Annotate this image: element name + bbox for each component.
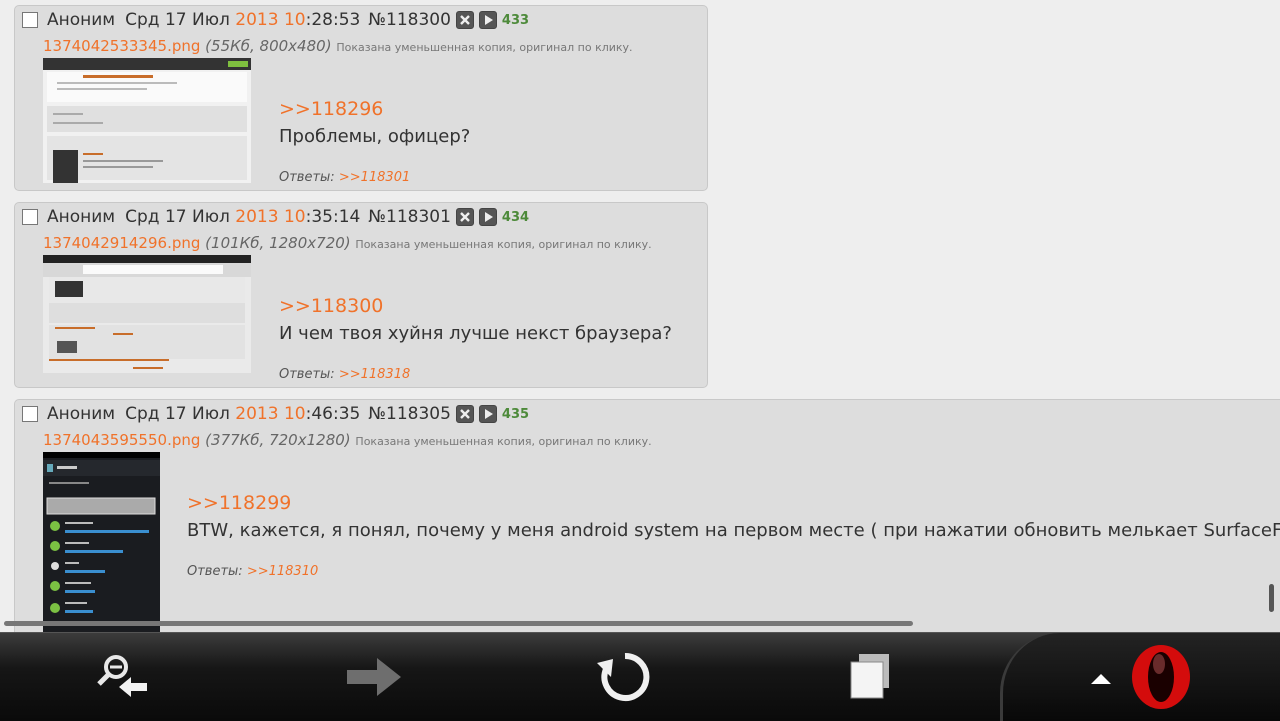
tabs-icon bbox=[850, 654, 889, 699]
reply-to-link[interactable]: >>118299 bbox=[187, 492, 291, 514]
post-hour: 10 bbox=[283, 404, 306, 424]
file-meta: (55Кб, 800x480) bbox=[205, 37, 332, 55]
zoom-back-icon bbox=[97, 655, 147, 697]
expand-post-button[interactable] bbox=[478, 11, 497, 29]
opera-menu-icon bbox=[1091, 645, 1190, 709]
post-year: 2013 bbox=[235, 404, 279, 424]
file-info: 1374043595550.png (377Кб, 720x1280) Пока… bbox=[43, 431, 652, 449]
post-date-prefix: Срд 17 Июл bbox=[125, 10, 230, 30]
file-meta: (101Кб, 1280x720) bbox=[205, 234, 351, 252]
post-select-checkbox[interactable] bbox=[22, 406, 38, 422]
post-header: Аноним Срд 17 Июл 2013 10:35:14 №118301 … bbox=[22, 206, 529, 228]
post-number[interactable]: №118301 bbox=[368, 207, 451, 227]
poster-name: Аноним bbox=[47, 207, 116, 227]
poster-name: Аноним bbox=[47, 404, 116, 424]
post-message: BTW, кажется, я понял, почему у меня and… bbox=[187, 520, 1280, 541]
post-date-prefix: Срд 17 Июл bbox=[125, 207, 230, 227]
reply-to-link[interactable]: >>118296 bbox=[279, 98, 383, 120]
horizontal-scrollbar[interactable] bbox=[4, 621, 913, 626]
post-select-checkbox[interactable] bbox=[22, 209, 38, 225]
forward-arrow-icon bbox=[347, 658, 401, 696]
file-meta-text: 101Кб, 1280x720 bbox=[211, 234, 345, 252]
post-counter: 434 bbox=[501, 209, 530, 225]
post-date: Срд 17 Июл 2013 10:46:35 bbox=[125, 404, 360, 424]
file-meta: (377Кб, 720x1280) bbox=[205, 431, 351, 449]
file-info: 1374042914296.png (101Кб, 1280x720) Пока… bbox=[43, 234, 652, 252]
file-meta-text: 55Кб, 800x480 bbox=[211, 37, 326, 55]
answer-link[interactable]: >>118310 bbox=[247, 564, 318, 579]
post-hour: 10 bbox=[283, 207, 306, 227]
post-message: Проблемы, офицер? bbox=[279, 126, 471, 147]
post-answers: Ответы: >>118318 bbox=[279, 367, 410, 382]
file-note: Показана уменьшенная копия, оригинал по … bbox=[336, 41, 633, 54]
answers-label: Ответы: bbox=[279, 367, 335, 382]
post-118300: Аноним Срд 17 Июл 2013 10:28:53 №118300 … bbox=[14, 5, 708, 191]
post-header: Аноним Срд 17 Июл 2013 10:46:35 №118305 … bbox=[22, 403, 529, 425]
post-date-prefix: Срд 17 Июл bbox=[125, 404, 230, 424]
play-icon bbox=[484, 15, 493, 25]
post-answers: Ответы: >>118310 bbox=[187, 564, 318, 579]
close-icon bbox=[460, 212, 470, 222]
post-date: Срд 17 Июл 2013 10:28:53 bbox=[125, 10, 360, 30]
reply-to-link[interactable]: >>118300 bbox=[279, 295, 383, 317]
play-icon bbox=[484, 212, 493, 222]
tabs-button[interactable] bbox=[825, 633, 915, 721]
file-name-link[interactable]: 1374042914296.png bbox=[43, 234, 200, 252]
browser-toolbar bbox=[0, 632, 1280, 721]
post-118305: Аноним Срд 17 Июл 2013 10:46:35 №118305 … bbox=[14, 399, 1280, 639]
post-time: :28:53 bbox=[305, 10, 361, 30]
post-thumbnail[interactable] bbox=[43, 58, 251, 183]
file-note: Показана уменьшенная копия, оригинал по … bbox=[355, 238, 652, 251]
post-thumbnail[interactable] bbox=[43, 255, 251, 373]
post-year: 2013 bbox=[235, 10, 279, 30]
file-info: 1374042533345.png (55Кб, 800x480) Показа… bbox=[43, 37, 633, 55]
answer-link[interactable]: >>118301 bbox=[339, 170, 410, 185]
expand-post-button[interactable] bbox=[478, 405, 497, 423]
post-select-checkbox[interactable] bbox=[22, 12, 38, 28]
file-name-link[interactable]: 1374043595550.png bbox=[43, 431, 200, 449]
post-header: Аноним Срд 17 Июл 2013 10:28:53 №118300 … bbox=[22, 9, 529, 31]
thumbnail-screenshot-image bbox=[43, 58, 251, 183]
post-time: :35:14 bbox=[305, 207, 361, 227]
post-message: И чем твоя хуйня лучше некст браузера? bbox=[279, 323, 672, 344]
vertical-scrollbar[interactable] bbox=[1269, 584, 1274, 612]
close-icon bbox=[460, 15, 470, 25]
post-counter: 435 bbox=[501, 406, 530, 422]
forward-button[interactable] bbox=[330, 633, 420, 721]
thumbnail-battery-screenshot-image bbox=[43, 452, 160, 613]
post-number[interactable]: №118300 bbox=[368, 10, 451, 30]
post-118301: Аноним Срд 17 Июл 2013 10:35:14 №118301 … bbox=[14, 202, 708, 388]
close-icon bbox=[460, 409, 470, 419]
hide-post-button[interactable] bbox=[455, 208, 474, 226]
answer-link[interactable]: >>118318 bbox=[339, 367, 410, 382]
play-icon bbox=[484, 409, 493, 419]
opera-menu-button[interactable] bbox=[1085, 633, 1205, 721]
file-meta-text: 377Кб, 720x1280 bbox=[211, 431, 345, 449]
hide-post-button[interactable] bbox=[455, 405, 474, 423]
post-date: Срд 17 Июл 2013 10:35:14 bbox=[125, 207, 360, 227]
zoom-back-button[interactable] bbox=[80, 633, 170, 721]
file-note: Показана уменьшенная копия, оригинал по … bbox=[355, 435, 652, 448]
post-hour: 10 bbox=[283, 10, 306, 30]
answers-label: Ответы: bbox=[187, 564, 243, 579]
post-counter: 433 bbox=[501, 12, 530, 28]
hide-post-button[interactable] bbox=[455, 11, 474, 29]
post-answers: Ответы: >>118301 bbox=[279, 170, 410, 185]
reload-button[interactable] bbox=[580, 633, 670, 721]
post-number[interactable]: №118305 bbox=[368, 404, 451, 424]
expand-post-button[interactable] bbox=[478, 208, 497, 226]
post-time: :46:35 bbox=[305, 404, 361, 424]
post-thumbnail[interactable] bbox=[43, 452, 160, 632]
thumbnail-screenshot-image bbox=[43, 255, 251, 369]
answers-label: Ответы: bbox=[279, 170, 335, 185]
post-year: 2013 bbox=[235, 207, 279, 227]
reload-icon bbox=[597, 652, 650, 701]
poster-name: Аноним bbox=[47, 10, 116, 30]
file-name-link[interactable]: 1374042533345.png bbox=[43, 37, 200, 55]
